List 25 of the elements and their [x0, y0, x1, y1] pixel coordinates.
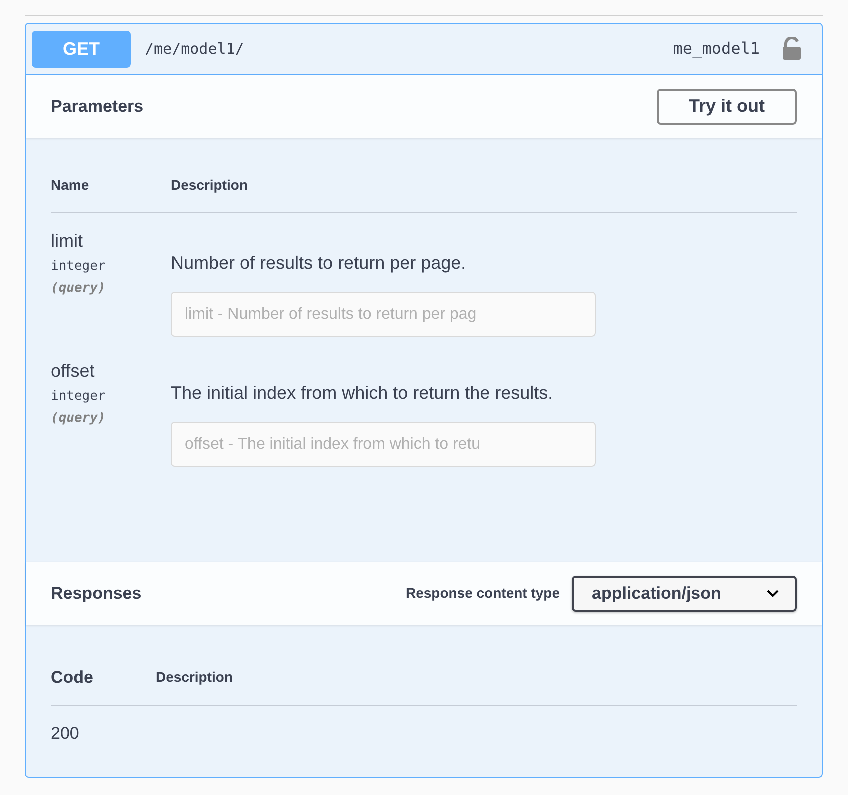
parameter-name: limit: [51, 230, 84, 253]
input-field[interactable]: limit - Number of results to return per pag: [171, 292, 596, 337]
parameter-description: Number of results to return per page.: [171, 252, 468, 275]
lock-icon[interactable]: [782, 37, 802, 61]
parameter-type: integer: [51, 388, 107, 406]
chevron-down-icon: [767, 590, 779, 598]
endpoint-path: /me/model1/: [145, 38, 244, 60]
parameter-location: (query): [51, 410, 107, 428]
response-code: 200: [51, 722, 80, 744]
parameter-description: The initial index from which to return the results.: [171, 382, 554, 405]
content-type-select[interactable]: application/json: [572, 576, 797, 612]
operation-id: me_model1: [673, 38, 760, 60]
content-type-label: Response content type: [406, 584, 560, 603]
parameter-name: offset: [51, 360, 96, 383]
column-header: Name: [51, 176, 90, 195]
input-field[interactable]: offset - The initial index from which to retu: [171, 422, 596, 467]
section-title: Responses: [51, 582, 142, 605]
method-badge: GET: [32, 30, 131, 68]
parameter-type: integer: [51, 258, 107, 276]
try-it-out-button[interactable]: Try it out: [657, 88, 797, 124]
column-header: Description: [171, 176, 248, 195]
column-header: Description: [156, 668, 234, 688]
column-header: Code: [51, 667, 94, 689]
section-title: Parameters: [51, 96, 144, 118]
parameter-location: (query): [51, 280, 107, 298]
